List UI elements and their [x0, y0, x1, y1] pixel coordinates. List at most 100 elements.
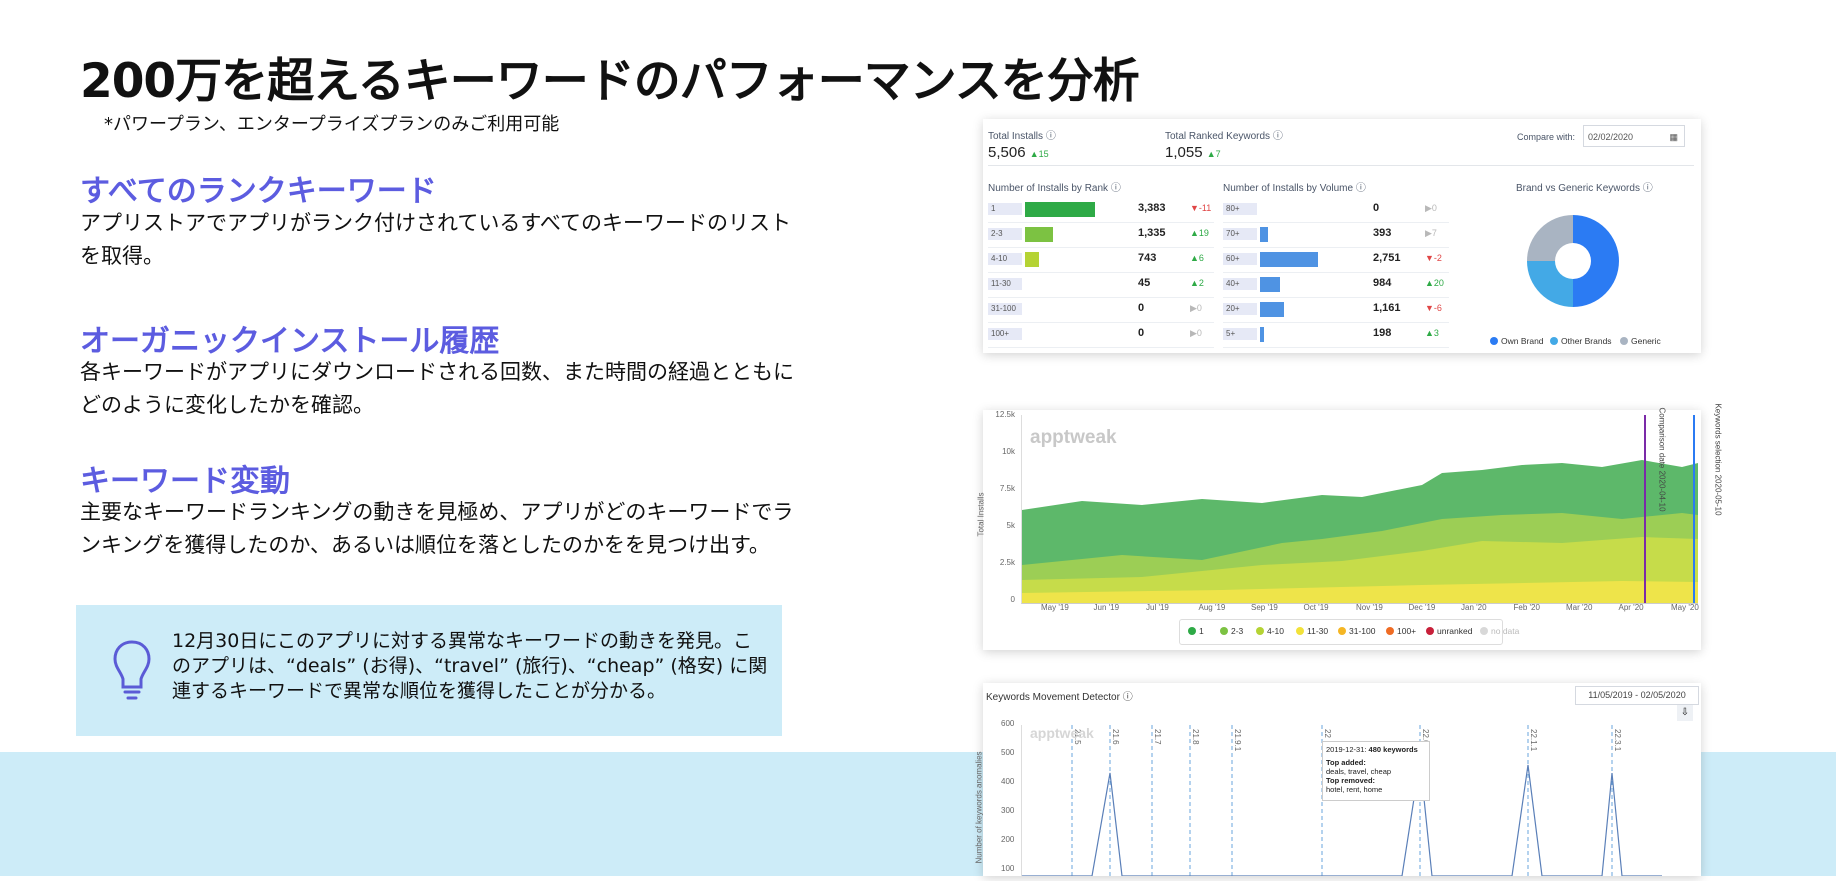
row-value: 3,383	[1138, 202, 1166, 214]
x-tick-label: Apr '20	[1618, 603, 1644, 612]
donut-legend-item: Own Brand	[1490, 336, 1544, 346]
legend-label: 31-100	[1349, 626, 1376, 636]
table-row: 4-10 743 ▲6	[988, 247, 1214, 273]
donut-title: Brand vs Generic Keywords ⓘ	[1516, 183, 1653, 194]
legend-dot	[1620, 337, 1628, 345]
brand-donut-chart	[1527, 215, 1619, 307]
y-tick-label: 10k	[1002, 447, 1015, 456]
row-label: 1	[988, 203, 1022, 215]
legend-dot	[1490, 337, 1498, 345]
legend-label: 11-30	[1307, 626, 1329, 636]
row-value: 0	[1373, 202, 1380, 214]
table-row: 5+ 198 ▲3	[1223, 322, 1449, 348]
version-label: 22.3.1	[1613, 729, 1622, 752]
info-icon: ⓘ	[1045, 131, 1056, 142]
legend-dot	[1256, 627, 1264, 635]
legend-dot	[1220, 627, 1228, 635]
table-row: 100+ 0 ▶0	[988, 322, 1214, 348]
row-change: ▶0	[1190, 303, 1202, 313]
movement-plot-area: 21.521.621.721.821.9.12222.0.022.1.122.3…	[1021, 725, 1662, 877]
row-label: 40+	[1223, 278, 1257, 290]
insight-text: 12月30日にこのアプリに対する異常なキーワードの動きを発見。このアプリは、“d…	[172, 630, 768, 702]
row-change: ▶0	[1425, 203, 1437, 213]
row-change: ▶0	[1190, 328, 1202, 338]
feature-body-all-keywords: アプリストアでアプリがランク付けされているすべてのキーワードのリストを取得。	[80, 211, 792, 268]
page-title: 200万を超えるキーワードのパフォーマンスを分析	[80, 54, 1140, 109]
row-label: 2-3	[988, 228, 1022, 240]
installs-legend-item: 100+	[1386, 626, 1416, 636]
installs-legend-item: 1	[1188, 626, 1204, 636]
date-range-picker[interactable]: 11/05/2019 - 02/05/2020	[1575, 686, 1699, 705]
row-value: 198	[1373, 327, 1392, 339]
row-label: 80+	[1223, 203, 1257, 215]
row-bar	[1260, 227, 1268, 242]
donut-hole	[1555, 243, 1591, 279]
installs-area-svg	[1022, 415, 1698, 603]
plan-availability-note: *パワープラン、エンタープライズプランのみご利用可能	[104, 114, 560, 135]
version-label: 21.6	[1111, 729, 1120, 745]
row-label: 31-100	[988, 303, 1022, 315]
row-value: 45	[1138, 277, 1151, 289]
table-row: 2-3 1,335 ▲19	[988, 222, 1214, 248]
installs-overview-card: Total Installs ⓘ 5,506 ▲15 Total Ranked …	[983, 119, 1701, 353]
feature-heading-keyword-movement: キーワード変動	[80, 464, 290, 499]
x-tick-label: Jan '20	[1461, 603, 1487, 612]
info-icon: ⓘ	[1272, 131, 1283, 142]
donut-legend-item: Generic	[1620, 336, 1661, 346]
x-tick-label: May '19	[1041, 603, 1069, 612]
legend-dot	[1338, 627, 1346, 635]
row-bar	[1260, 277, 1280, 292]
version-label: 22.1.1	[1529, 729, 1538, 752]
apptweak-watermark: apptweak	[1030, 427, 1117, 448]
legend-dot	[1386, 627, 1394, 635]
row-value: 984	[1373, 277, 1392, 289]
row-change: ▲19	[1190, 228, 1209, 238]
feature-heading-organic-installs: オーガニックインストール履歴	[80, 324, 500, 359]
legend-label: no data	[1491, 626, 1520, 636]
x-tick-label: Sep '19	[1251, 603, 1278, 612]
feature-body-organic-installs: 各キーワードがアプリにダウンロードされる回数、また時間の経過とともにどのように変…	[80, 360, 794, 417]
y-tick-label: 7.5k	[999, 484, 1015, 493]
installs-legend: 1 2-3 4-10 11-30 31-100 100+ unranked no data	[1179, 619, 1519, 645]
x-tick-label: Feb '20	[1513, 603, 1540, 612]
y-tick-label: 2.5k	[999, 558, 1015, 567]
row-bar	[1260, 327, 1264, 342]
x-tick-label: Nov '19	[1356, 603, 1383, 612]
row-label: 100+	[988, 328, 1022, 340]
anomaly-tooltip: 2019-12-31: 480 keywords Top added: deal…	[1322, 741, 1430, 801]
comparison-date-label: Comparison date 2020-04-10	[1657, 407, 1667, 512]
row-bar	[1025, 227, 1053, 242]
download-button[interactable]: ⇩	[1677, 705, 1693, 721]
legend-label: 4-10	[1267, 626, 1285, 636]
row-bar	[1025, 252, 1039, 267]
row-change: ▼-2	[1425, 253, 1442, 263]
row-value: 2,751	[1373, 252, 1401, 264]
table-row: 40+ 984 ▲20	[1223, 272, 1449, 298]
row-change: ▲6	[1190, 253, 1204, 263]
by-rank-title: Number of Installs by Rank ⓘ	[988, 183, 1121, 194]
lightbulb-icon	[113, 640, 151, 700]
x-tick-label: May '20	[1671, 603, 1699, 612]
row-bar	[1260, 302, 1284, 317]
x-tick-label: Aug '19	[1198, 603, 1226, 612]
y-tick-label: 5k	[1006, 521, 1015, 530]
movement-y-axis-label: Number of keywords anomalies	[974, 751, 984, 864]
compare-date-input[interactable]: 02/02/2020 ▦	[1583, 125, 1685, 147]
version-label: 22	[1323, 729, 1332, 738]
row-label: 20+	[1223, 303, 1257, 315]
keywords-selection-label: Keywords selection 2020-05-10	[1713, 403, 1723, 516]
table-row: 70+ 393 ▶7	[1223, 222, 1449, 248]
row-change: ▲2	[1190, 278, 1204, 288]
legend-label: Own Brand	[1501, 336, 1544, 346]
version-label: 21.9.1	[1233, 729, 1242, 752]
feature-body-keyword-movement: 主要なキーワードランキングの動きを見極め、アプリがどのキーワードでランキングを獲…	[80, 500, 794, 557]
row-bar	[1025, 202, 1095, 217]
installs-legend-item: 4-10	[1256, 626, 1284, 636]
installs-y-axis-label: Total Installs	[976, 492, 986, 537]
row-value: 0	[1138, 302, 1145, 314]
row-change: ▶7	[1425, 228, 1437, 238]
row-label: 70+	[1223, 228, 1257, 240]
legend-dot	[1426, 627, 1434, 635]
legend-label: Generic	[1631, 336, 1661, 346]
row-change: ▼-11	[1190, 203, 1212, 213]
